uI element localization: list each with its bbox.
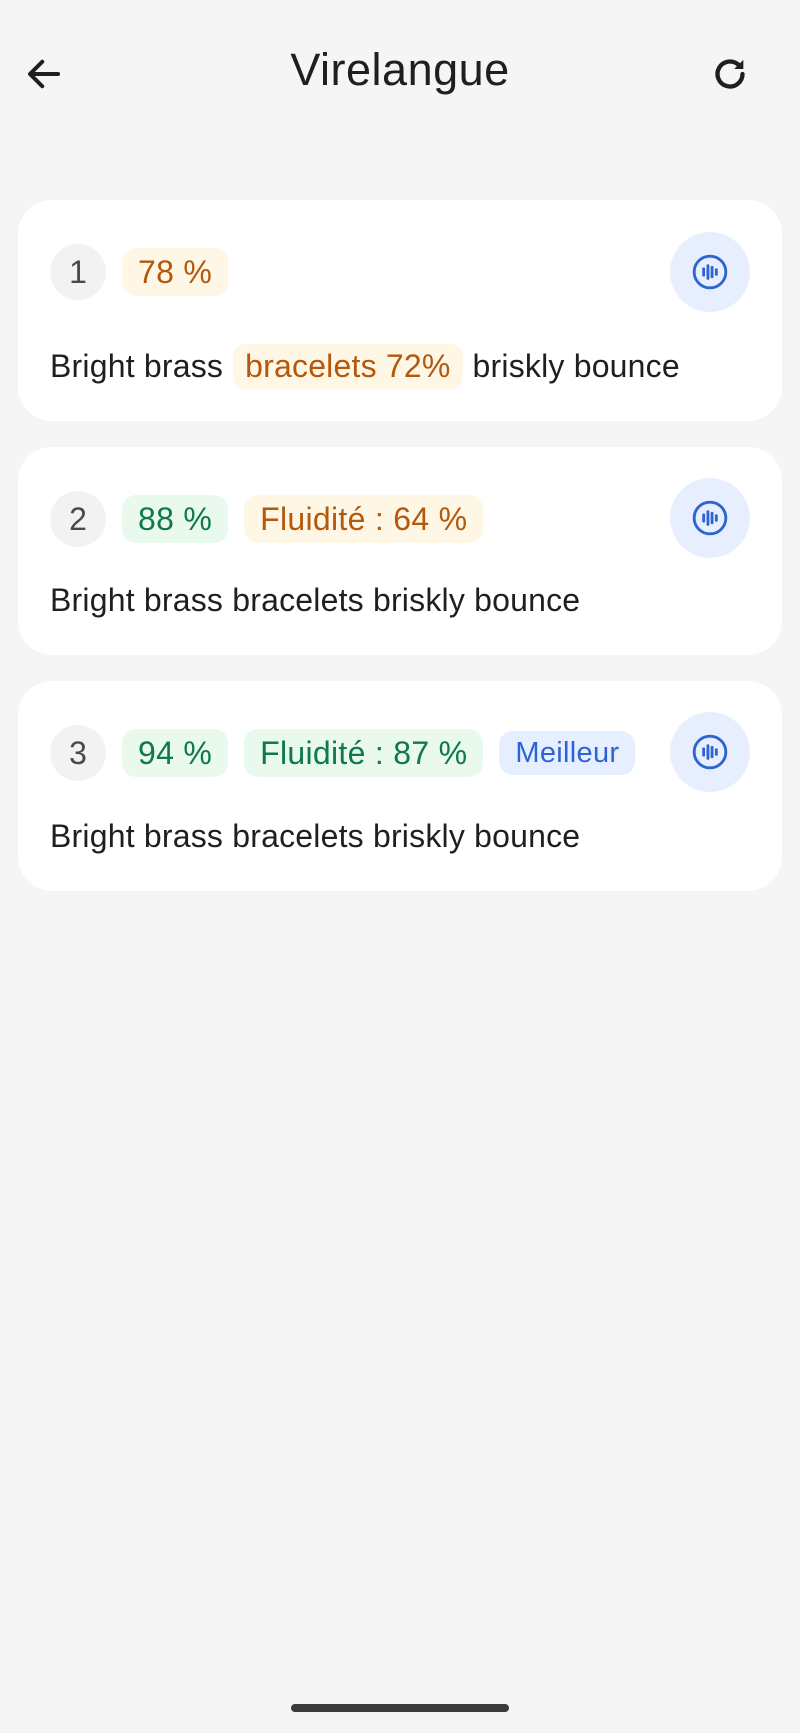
top-bar: Virelangue bbox=[0, 0, 800, 150]
refresh-button[interactable] bbox=[694, 38, 766, 110]
audio-wave-icon bbox=[692, 254, 728, 290]
best-badge: Meilleur bbox=[499, 731, 636, 775]
sentence-part: Bright brass bbox=[50, 348, 224, 384]
attempt-index: 3 bbox=[50, 725, 106, 781]
attempt-header: 1 78 % bbox=[50, 244, 229, 300]
attempt-card-1: 1 78 % Bright brass bracelets 72% briskl… bbox=[18, 200, 782, 421]
score-chip: 78 % bbox=[122, 248, 229, 296]
attempt-card-2: 2 88 % Fluidité : 64 % Bright brass brac… bbox=[18, 447, 782, 655]
attempt-index: 2 bbox=[50, 491, 106, 547]
audio-wave-icon bbox=[692, 500, 728, 536]
play-recording-button[interactable] bbox=[670, 478, 750, 558]
home-indicator[interactable] bbox=[291, 1704, 509, 1712]
play-recording-button[interactable] bbox=[670, 232, 750, 312]
sentence-part: briskly bounce bbox=[472, 348, 680, 384]
attempt-card-3: 3 94 % Fluidité : 87 % Meilleur Bright b… bbox=[18, 681, 782, 891]
attempt-header: 3 94 % Fluidité : 87 % Meilleur bbox=[50, 725, 636, 781]
fluency-chip: Fluidité : 64 % bbox=[244, 495, 484, 543]
audio-wave-icon bbox=[692, 734, 728, 770]
score-chip: 94 % bbox=[122, 729, 229, 777]
attempt-sentence: Bright brass bracelets briskly bounce bbox=[50, 582, 581, 618]
attempt-sentence: Bright brass bracelets briskly bounce bbox=[50, 818, 581, 854]
play-recording-button[interactable] bbox=[670, 712, 750, 792]
mispronounced-word[interactable]: bracelets 72% bbox=[233, 344, 463, 389]
refresh-icon bbox=[715, 59, 745, 89]
app-root: Virelangue 1 78 % Bright brass bracelets… bbox=[0, 0, 800, 1733]
score-chip: 88 % bbox=[122, 495, 229, 543]
page-title: Virelangue bbox=[290, 44, 510, 95]
attempt-list: 1 78 % Bright brass bracelets 72% briskl… bbox=[18, 200, 782, 917]
attempt-index: 1 bbox=[50, 244, 106, 300]
fluency-chip: Fluidité : 87 % bbox=[244, 729, 484, 777]
attempt-header: 2 88 % Fluidité : 64 % bbox=[50, 491, 484, 547]
attempt-sentence: Bright brass bracelets 72% briskly bounc… bbox=[50, 344, 680, 389]
